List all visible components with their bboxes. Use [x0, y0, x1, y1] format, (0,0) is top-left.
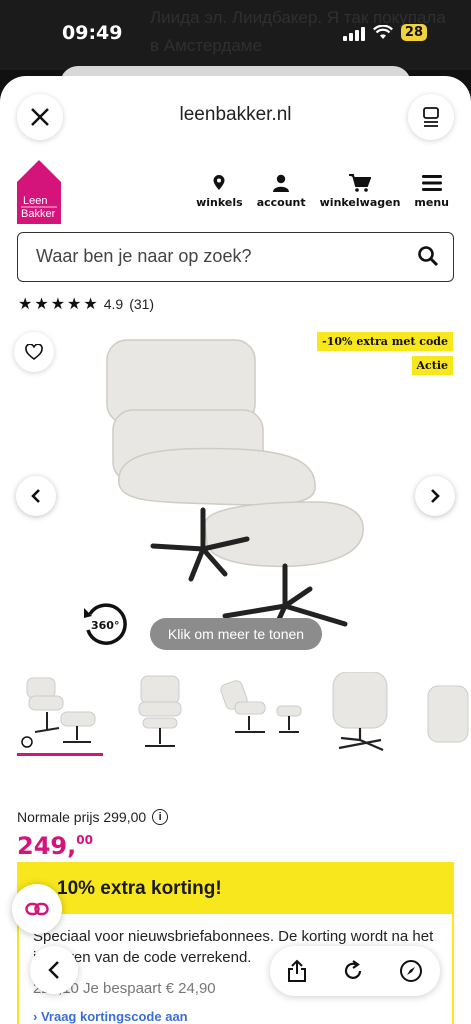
signal-icon: [342, 25, 365, 41]
nav-label: menu: [414, 196, 449, 209]
browser-bottom-bar: [0, 946, 471, 1016]
rating-count: (31): [129, 296, 155, 312]
promo-headline: 10% extra korting!: [19, 864, 452, 914]
nav-label: winkels: [196, 196, 243, 209]
status-bar: Лиида эл. Лиидбакер. Я так покупала в Ам…: [0, 0, 471, 70]
star-icon: ★: [34, 296, 49, 313]
product-rating[interactable]: ★ ★ ★ ★ ★ 4.9 (31): [18, 294, 154, 314]
url-label[interactable]: leenbakker.nl: [0, 104, 471, 126]
nav-account[interactable]: account: [257, 174, 306, 209]
thumbnail-1[interactable]: [17, 672, 103, 756]
gallery-prev-button[interactable]: [16, 476, 56, 516]
rotate-360-icon: 360°: [84, 603, 127, 645]
user-icon: [273, 174, 290, 192]
hamburger-menu-icon: [421, 175, 442, 191]
promo-headline-text: 10% extra korting!: [57, 878, 222, 899]
status-time: 09:49: [62, 22, 123, 44]
reload-icon[interactable]: [342, 960, 364, 982]
current-price: 249,00: [17, 832, 93, 860]
thumbnail-3[interactable]: [217, 672, 303, 756]
chat-bubble-button[interactable]: [12, 884, 62, 934]
product-image-chair[interactable]: [95, 334, 365, 654]
search-icon[interactable]: [417, 245, 439, 267]
favorite-button[interactable]: [14, 332, 54, 372]
tabs-icon: [423, 107, 439, 127]
nav-menu[interactable]: menu: [414, 174, 449, 209]
compass-icon[interactable]: [399, 959, 423, 983]
thumbnail-2[interactable]: [117, 672, 203, 756]
share-icon[interactable]: [287, 959, 307, 983]
info-icon[interactable]: i: [152, 809, 169, 825]
gallery-tooltip[interactable]: Klik om meer te tonen: [150, 618, 322, 650]
chevron-left-icon: [48, 961, 59, 979]
star-icon: ★: [18, 296, 33, 313]
rotate-360-button[interactable]: 360°: [80, 600, 128, 648]
search-bar: [17, 232, 454, 282]
normal-price-label: Normale prijs 299,00: [17, 809, 147, 825]
normal-price: Normale prijs 299,00 i: [17, 809, 169, 825]
location-pin-icon: [213, 175, 225, 190]
price-cents: 00: [76, 833, 93, 847]
rotate-360-icon: [21, 736, 33, 748]
wifi-icon: [372, 25, 393, 39]
nav-winkels[interactable]: winkels: [196, 174, 243, 209]
thumbnail-4[interactable]: [317, 671, 403, 756]
link-icon: [25, 902, 49, 916]
logo-text-bakker: Bakker: [21, 208, 56, 220]
product-gallery: -10% extra met code Actie 360° Klik om m…: [0, 324, 471, 664]
nav-winkelwagen[interactable]: winkelwagen: [319, 174, 401, 209]
tabs-button[interactable]: [408, 94, 454, 140]
thumbnail-5[interactable]: [420, 672, 471, 756]
logo-text-leen: Leen: [23, 195, 47, 207]
leen-bakker-logo[interactable]: Leen Bakker: [17, 160, 61, 224]
nav-label: account: [256, 196, 306, 209]
gallery-next-button[interactable]: [415, 476, 455, 516]
battery-indicator: 28: [400, 24, 427, 41]
cart-icon: [349, 174, 372, 192]
browser-sheet: leenbakker.nl Leen Bakker winkels accoun…: [0, 76, 471, 1024]
browser-actions: [270, 946, 440, 996]
site-header: Leen Bakker winkels account winkelwagen …: [0, 158, 471, 228]
star-icon: ★: [67, 296, 82, 313]
rating-score: 4.9: [103, 296, 124, 312]
rotate-label: 360°: [91, 619, 119, 632]
chevron-right-icon: [431, 489, 440, 503]
status-icons: 28: [342, 24, 427, 41]
thumbnail-strip: [0, 666, 471, 766]
star-icon: ★: [83, 296, 98, 313]
chevron-left-icon: [31, 489, 40, 503]
heart-icon: [25, 344, 43, 360]
search-input[interactable]: [18, 233, 388, 279]
browser-topbar: leenbakker.nl: [0, 76, 471, 156]
nav-label: winkelwagen: [319, 196, 401, 209]
header-nav: winkels account winkelwagen menu: [196, 174, 449, 209]
actie-badge: Actie: [411, 356, 453, 375]
back-button[interactable]: [30, 946, 78, 994]
price-main: 249,: [17, 832, 77, 860]
star-icon: ★: [50, 296, 66, 313]
